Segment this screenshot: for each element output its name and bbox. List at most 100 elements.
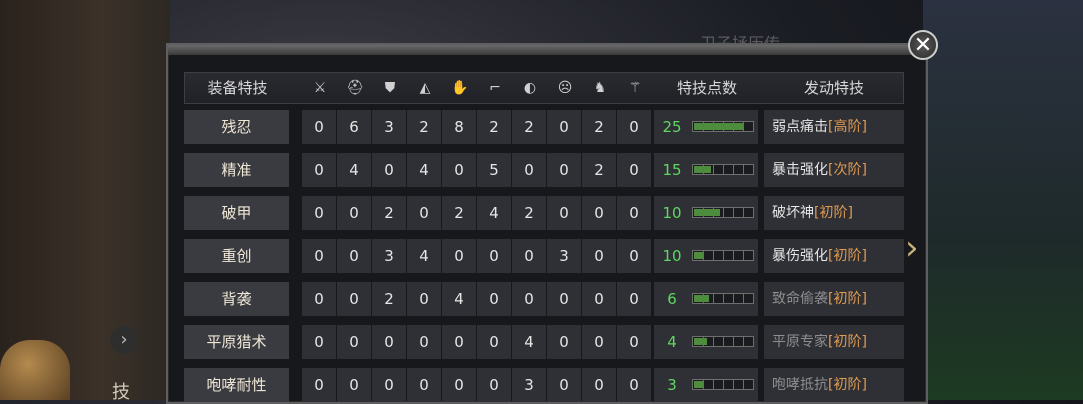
bar-segment (713, 294, 714, 303)
row-slot-value: 2 (372, 282, 406, 316)
skill-name: 咆哮抵抗 (772, 377, 828, 393)
bar-segment (743, 165, 744, 174)
row-active-skill[interactable]: 咆哮抵抗[初阶] (764, 368, 904, 402)
table-row[interactable]: 重创 0 0 3 4 0 0 0 3 0 0 10 暴伤强化[初阶] (184, 239, 904, 273)
row-points-value: 10 (662, 247, 682, 265)
left-expand-button[interactable]: › (110, 326, 138, 354)
header-active-skill: 发动特技 (803, 79, 864, 97)
row-slot-value: 0 (617, 239, 651, 273)
skill-tier: [次阶] (828, 162, 867, 178)
bar-segment (743, 294, 744, 303)
row-slot-value: 0 (477, 325, 511, 359)
mask-icon: ☹ (557, 80, 573, 96)
row-active-skill[interactable]: 破坏神[初阶] (764, 196, 904, 230)
row-slot-value: 0 (337, 196, 371, 230)
table-header: 装备特技 ⚔ ⛑ ⛊ ◭ ✋ ⌐ ◐ ☹ ♞ ⚚ 特技点数 发动特技 (184, 72, 904, 104)
bar-segment (743, 251, 744, 260)
row-points: 10 (654, 239, 758, 273)
row-points-value: 10 (662, 204, 682, 222)
row-slot-value: 0 (617, 325, 651, 359)
row-slot-value: 0 (512, 239, 546, 273)
row-skill-name: 残忍 (184, 110, 289, 144)
row-slot-value: 4 (512, 325, 546, 359)
row-slot-value: 0 (582, 368, 616, 402)
row-slot-value: 0 (547, 196, 581, 230)
bar-segment (703, 380, 704, 389)
row-skill-name: 咆哮耐性 (184, 368, 289, 402)
row-active-skill[interactable]: 平原专家[初阶] (764, 325, 904, 359)
row-points-bar (692, 293, 754, 304)
row-active-skill[interactable]: 致命偷袭[初阶] (764, 282, 904, 316)
panel-frame-top (168, 45, 926, 55)
accessory-icon: ⚚ (628, 80, 642, 96)
row-skill-name: 精准 (184, 153, 289, 187)
table-row[interactable]: 咆哮耐性 0 0 0 0 0 0 3 0 0 0 3 咆哮抵抗[初阶] (184, 368, 904, 402)
armor-icon: ⛊ (384, 80, 396, 96)
background-right (923, 0, 1083, 400)
row-slot-value: 0 (372, 368, 406, 402)
bar-segment (723, 122, 724, 131)
left-tab-label[interactable]: 技 (112, 378, 130, 404)
bar-segment (703, 337, 704, 346)
row-points-bar-fill (694, 123, 743, 130)
row-skill-name: 平原猎术 (184, 325, 289, 359)
skill-name: 弱点痛击 (772, 119, 828, 135)
row-points-bar (692, 207, 754, 218)
skill-tier: [初阶] (828, 334, 867, 350)
row-slot-value: 2 (582, 153, 616, 187)
header-equip-skill: 装备特技 (207, 79, 268, 97)
bar-segment (703, 122, 704, 131)
row-active-skill[interactable]: 暴伤强化[初阶] (764, 239, 904, 273)
table-row[interactable]: 残忍 0 6 3 2 8 2 2 0 2 0 25 弱点痛击[高阶] (184, 110, 904, 144)
row-slot-value: 0 (547, 153, 581, 187)
row-slot-value: 0 (302, 368, 336, 402)
row-slot-value: 4 (337, 153, 371, 187)
bar-segment (713, 122, 714, 131)
row-slot-value: 2 (512, 196, 546, 230)
bar-segment (703, 208, 704, 217)
row-points: 6 (654, 282, 758, 316)
skill-tier: [初阶] (828, 291, 867, 307)
next-page-arrow[interactable]: › (905, 230, 927, 266)
table-row[interactable]: 背袭 0 0 2 0 4 0 0 0 0 0 6 致命偷袭[初阶] (184, 282, 904, 316)
row-slot-value: 0 (582, 282, 616, 316)
row-slot-value: 3 (372, 110, 406, 144)
row-points-bar-fill (694, 381, 703, 388)
row-skill-name: 背袭 (184, 282, 289, 316)
row-slot-value: 0 (617, 368, 651, 402)
row-slot-value: 4 (407, 239, 441, 273)
table-row[interactable]: 破甲 0 0 2 0 2 4 2 0 0 0 10 破坏神[初阶] (184, 196, 904, 230)
row-active-skill[interactable]: 暴击强化[次阶] (764, 153, 904, 187)
row-points-value: 4 (667, 333, 677, 351)
row-points: 4 (654, 325, 758, 359)
skill-name: 致命偷袭 (772, 291, 828, 307)
row-points-bar-fill (694, 338, 707, 345)
boot-icon: ⌐ (489, 80, 501, 96)
close-button[interactable]: ✕ (908, 30, 938, 60)
row-slot-value: 0 (337, 368, 371, 402)
row-slot-value: 5 (477, 153, 511, 187)
row-slot-value: 0 (442, 239, 476, 273)
row-slot-value: 0 (547, 368, 581, 402)
bar-segment (713, 251, 714, 260)
row-slot-value: 0 (407, 325, 441, 359)
table-row[interactable]: 平原猎术 0 0 0 0 0 0 4 0 0 0 4 平原专家[初阶] (184, 325, 904, 359)
row-skill-name: 重创 (184, 239, 289, 273)
table-row[interactable]: 精准 0 4 0 4 0 5 0 0 2 0 15 暴击强化[次阶] (184, 153, 904, 187)
bar-segment (713, 208, 714, 217)
row-slot-value: 0 (477, 282, 511, 316)
row-slot-value: 0 (302, 110, 336, 144)
row-slot-value: 0 (512, 153, 546, 187)
row-active-skill[interactable]: 弱点痛击[高阶] (764, 110, 904, 144)
skill-tier: [高阶] (828, 119, 867, 135)
bar-segment (733, 294, 734, 303)
row-slot-value: 0 (372, 325, 406, 359)
bar-segment (733, 337, 734, 346)
row-slot-value: 0 (337, 282, 371, 316)
cape-icon: ◐ (523, 80, 537, 96)
row-slot-value: 6 (337, 110, 371, 144)
row-points: 15 (654, 153, 758, 187)
skill-tier: [初阶] (814, 205, 853, 221)
row-points: 3 (654, 368, 758, 402)
row-slot-value: 0 (547, 110, 581, 144)
